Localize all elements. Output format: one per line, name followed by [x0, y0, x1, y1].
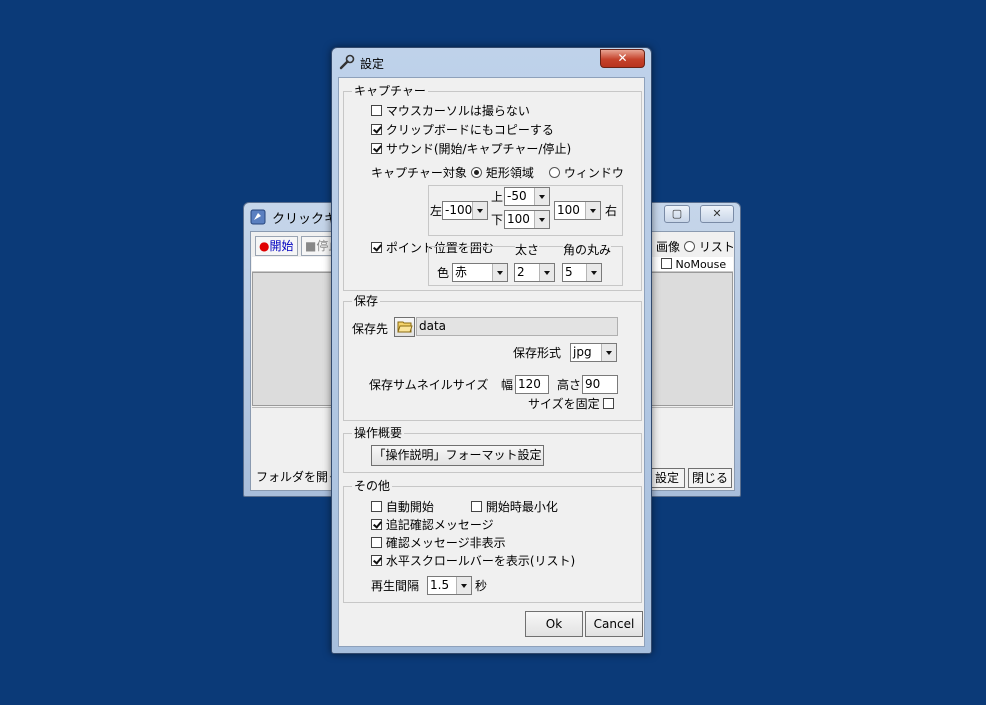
operation-group: 操作概要 「操作説明」フォーマット設定 — [343, 426, 642, 473]
browse-folder-button[interactable] — [394, 317, 415, 337]
maximize-button[interactable]: ▢ — [664, 205, 690, 223]
chevron-down-icon — [586, 264, 601, 281]
append-confirm-check — [371, 519, 382, 530]
copy-clipboard-check — [371, 124, 382, 135]
save-legend: 保存 — [352, 294, 381, 308]
view-image-radio[interactable]: 画像 — [656, 240, 680, 254]
hide-confirm-checkbox[interactable]: 確認メッセージ非表示 — [371, 536, 506, 550]
target-rect-radio[interactable]: 矩形領域 — [471, 166, 534, 180]
bottom-label: 下 — [491, 213, 504, 227]
open-folder-button[interactable]: フォルダを開く — [252, 468, 340, 488]
thumb-height-input[interactable]: 90 — [582, 375, 618, 394]
main-window-title: クリックキ — [272, 212, 338, 227]
chevron-down-icon — [472, 202, 487, 219]
target-rect-indicator — [471, 167, 482, 178]
no-cursor-check — [371, 105, 382, 116]
chevron-down-icon — [585, 202, 600, 219]
thickness-label: 太さ — [515, 243, 540, 257]
target-window-indicator — [549, 167, 560, 178]
corner-combo[interactable]: 5 — [562, 263, 602, 282]
corner-label: 角の丸み — [563, 243, 612, 257]
chevron-down-icon — [534, 188, 549, 205]
fix-size-check — [603, 398, 615, 409]
stop-icon: ■ — [305, 239, 317, 253]
chevron-down-icon — [601, 344, 616, 361]
radio-list-indicator — [684, 241, 695, 252]
target-window-radio[interactable]: ウィンドウ — [549, 166, 624, 180]
dialog-client: キャプチャー マウスカーソルは撮らない クリップボードにもコピーする サウンド(… — [338, 77, 645, 647]
sound-check — [371, 143, 382, 154]
save-format-combo[interactable]: jpg — [570, 343, 617, 362]
auto-start-check — [371, 501, 382, 512]
save-group: 保存 保存先 data 保存形式 jpg 保存サムネイルサイズ 幅 120 高さ… — [343, 294, 642, 421]
other-legend: その他 — [352, 479, 393, 493]
nomouse-check — [661, 258, 672, 269]
right-value-combo[interactable]: 100 — [554, 201, 601, 220]
capture-legend: キャプチャー — [352, 84, 428, 98]
app-icon — [250, 209, 266, 225]
fix-size-checkbox[interactable]: サイズを固定 — [528, 397, 615, 411]
maximize-icon: ▢ — [671, 207, 683, 220]
color-label: 色 — [437, 266, 450, 280]
settings-button[interactable]: 設定 — [649, 468, 685, 488]
chevron-down-icon — [456, 577, 471, 594]
chevron-down-icon — [539, 264, 554, 281]
minimize-on-start-check — [471, 501, 482, 512]
save-dest-field[interactable]: data — [416, 317, 618, 336]
thumb-size-label: 保存サムネイルサイズ — [369, 378, 489, 392]
bottom-value-combo[interactable]: 100 — [504, 210, 550, 229]
settings-dialog: 設定 ✕ キャプチャー マウスカーソルは撮らない クリップボードにもコピーする … — [331, 47, 652, 654]
capture-target-label: キャプチャー対象 — [371, 166, 467, 180]
top-label: 上 — [491, 190, 504, 204]
format-settings-button[interactable]: 「操作説明」フォーマット設定 — [371, 445, 544, 466]
left-value-combo[interactable]: -100 — [442, 201, 488, 220]
operation-legend: 操作概要 — [352, 426, 405, 440]
surround-point-check — [371, 242, 382, 253]
left-label: 左 — [430, 204, 443, 218]
start-button[interactable]: ●開始 — [255, 236, 298, 256]
thumb-width-label: 幅 — [501, 378, 514, 392]
close-main-button[interactable]: 閉じる — [688, 468, 732, 488]
minimize-on-start-checkbox[interactable]: 開始時最小化 — [471, 500, 558, 514]
hide-confirm-check — [371, 537, 382, 548]
hscroll-check — [371, 555, 382, 566]
folder-open-icon — [396, 321, 413, 333]
save-format-label: 保存形式 — [513, 346, 562, 360]
hscroll-checkbox[interactable]: 水平スクロールバーを表示(リスト) — [371, 554, 575, 568]
right-label: 右 — [605, 204, 618, 218]
ok-button[interactable]: Ok — [525, 611, 583, 637]
thumb-height-label: 高さ — [557, 378, 582, 392]
interval-label: 再生間隔 — [371, 579, 420, 593]
rect-margin-box: 左 -100 上 -50 下 100 100 右 — [428, 185, 623, 236]
view-list-radio[interactable]: リスト — [684, 240, 735, 254]
copy-clipboard-checkbox[interactable]: クリップボードにもコピーする — [371, 123, 554, 137]
thumb-width-input[interactable]: 120 — [515, 375, 549, 394]
append-confirm-checkbox[interactable]: 追記確認メッセージ — [371, 518, 494, 532]
thickness-combo[interactable]: 2 — [514, 263, 555, 282]
save-dest-label: 保存先 — [352, 322, 389, 336]
other-group: その他 自動開始 開始時最小化 追記確認メッセージ 確認メッセージ非表示 水平ス… — [343, 479, 642, 603]
record-icon: ● — [259, 239, 270, 253]
top-value-combo[interactable]: -50 — [504, 187, 550, 206]
no-cursor-checkbox[interactable]: マウスカーソルは撮らない — [371, 104, 530, 118]
sound-checkbox[interactable]: サウンド(開始/キャプチャー/停止) — [371, 142, 571, 156]
close-icon: ✕ — [617, 51, 628, 65]
highlight-box: 太さ 角の丸み 色 赤 2 5 — [428, 243, 623, 286]
cancel-button[interactable]: Cancel — [585, 611, 643, 637]
interval-unit: 秒 — [475, 579, 488, 593]
dialog-title: 設定 — [360, 57, 385, 71]
chevron-down-icon — [492, 264, 507, 281]
color-combo[interactable]: 赤 — [452, 263, 508, 282]
capture-group: キャプチャー マウスカーソルは撮らない クリップボードにもコピーする サウンド(… — [343, 84, 642, 291]
nomouse-checkbox[interactable]: NoMouse — [661, 258, 726, 272]
close-button[interactable]: ✕ — [700, 205, 734, 223]
dialog-close-button[interactable]: ✕ — [600, 49, 645, 68]
chevron-down-icon — [534, 211, 549, 228]
interval-combo[interactable]: 1.5 — [427, 576, 472, 595]
wrench-icon — [339, 54, 355, 70]
close-icon: ✕ — [712, 207, 722, 220]
auto-start-checkbox[interactable]: 自動開始 — [371, 500, 434, 514]
